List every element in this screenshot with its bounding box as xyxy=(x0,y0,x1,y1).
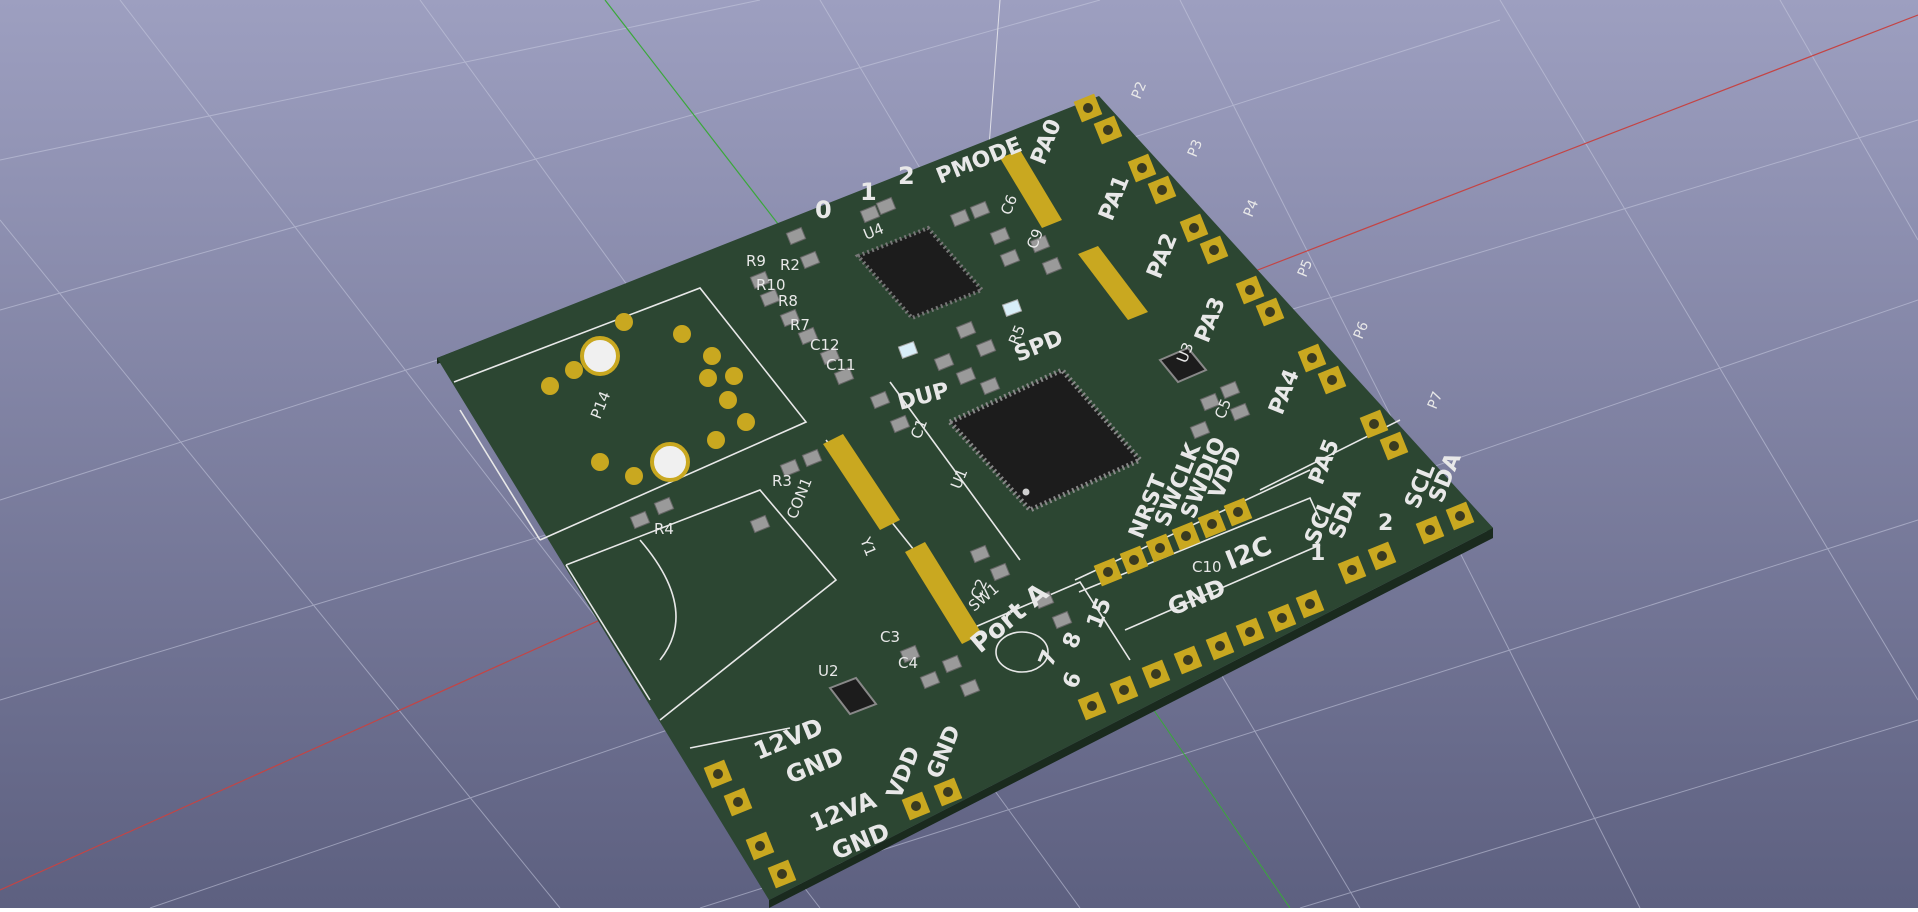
i2c-header-pad-hole xyxy=(1455,511,1465,521)
port-a-header-pad-hole xyxy=(1277,613,1287,623)
swd-header-pad-hole xyxy=(1155,543,1165,553)
pin1-dot xyxy=(1022,488,1030,496)
ref-r2: R2 xyxy=(780,256,800,274)
pmode-header-pad-hole xyxy=(1137,163,1147,173)
label-1: 1 xyxy=(860,178,877,206)
pmode-header-pad-hole xyxy=(1389,441,1399,451)
power-header-pad-hole xyxy=(713,769,723,779)
label-0: 0 xyxy=(815,196,832,224)
pmode-header-pad-hole xyxy=(1245,285,1255,295)
pmode-header-pad-hole xyxy=(1189,223,1199,233)
swd-header-pad-hole xyxy=(1207,519,1217,529)
power-header-pad-hole xyxy=(777,869,787,879)
swd-header-pad-hole xyxy=(1103,567,1113,577)
port-a-header-pad-hole xyxy=(1245,627,1255,637)
through-hole-pad xyxy=(565,361,583,379)
label-2: 2 xyxy=(898,162,915,190)
through-hole-pad xyxy=(591,453,609,471)
label-2-i2c: 2 xyxy=(1378,511,1393,536)
through-hole-pad xyxy=(719,391,737,409)
through-hole-pad xyxy=(707,431,725,449)
i2c-header-pad-hole xyxy=(1425,525,1435,535)
through-hole-pad xyxy=(699,369,717,387)
port-a-header-pad-hole xyxy=(1119,685,1129,695)
ref-r7: R7 xyxy=(790,316,810,334)
power-header-pad-hole xyxy=(733,797,743,807)
pmode-header-pad-hole xyxy=(1369,419,1379,429)
pmode-header-pad-hole xyxy=(1209,245,1219,255)
i2c-header-pad-hole xyxy=(1347,565,1357,575)
pmode-header-pad-hole xyxy=(1265,307,1275,317)
ref-c12: C12 xyxy=(810,336,840,354)
pmode-header-pad-hole xyxy=(1157,185,1167,195)
pmode-header-pad-hole xyxy=(1103,125,1113,135)
ref-u2: U2 xyxy=(818,662,839,680)
i2c-header-pad-hole xyxy=(1377,551,1387,561)
through-hole-pad xyxy=(725,367,743,385)
pmode-header-pad-hole xyxy=(1327,375,1337,385)
ref-r3: R3 xyxy=(772,472,792,490)
pmode-header-pad-hole xyxy=(1083,103,1093,113)
port-a-header-pad-hole xyxy=(1087,701,1097,711)
port-a-header-pad-hole xyxy=(1183,655,1193,665)
swd-header-pad-hole xyxy=(1181,531,1191,541)
port-a-header-pad-hole xyxy=(1305,599,1315,609)
through-hole-pad xyxy=(673,325,691,343)
ref-c3: C3 xyxy=(880,628,900,646)
swd-header-pad-hole xyxy=(1129,555,1139,565)
power-header-pad-hole xyxy=(943,787,953,797)
label-1-i2c: 1 xyxy=(1310,541,1325,566)
swd-header-pad-hole xyxy=(1233,507,1243,517)
through-hole-pad xyxy=(625,467,643,485)
power-header-pad-hole xyxy=(911,801,921,811)
power-header-pad-hole xyxy=(755,841,765,851)
through-hole-pad xyxy=(737,413,755,431)
through-hole-pad xyxy=(541,377,559,395)
3d-viewer-viewport[interactable]: PMODE PA0 PA1 PA2 PA3 PA4 PA5 0 1 2 DUP … xyxy=(0,0,1918,909)
pcb-3d-view[interactable]: PMODE PA0 PA1 PA2 PA3 PA4 PA5 0 1 2 DUP … xyxy=(0,0,1918,909)
ref-r9: R9 xyxy=(746,252,766,270)
through-hole-pad xyxy=(703,347,721,365)
port-a-header-pad-hole xyxy=(1215,641,1225,651)
ref-c4: C4 xyxy=(898,654,918,672)
through-hole-pad xyxy=(615,313,633,331)
port-a-header-pad-hole xyxy=(1151,669,1161,679)
ref-r8: R8 xyxy=(778,292,798,310)
ref-c11: C11 xyxy=(826,356,856,374)
ref-c10: C10 xyxy=(1192,558,1222,576)
ref-r4: R4 xyxy=(654,520,674,538)
pmode-header-pad-hole xyxy=(1307,353,1317,363)
